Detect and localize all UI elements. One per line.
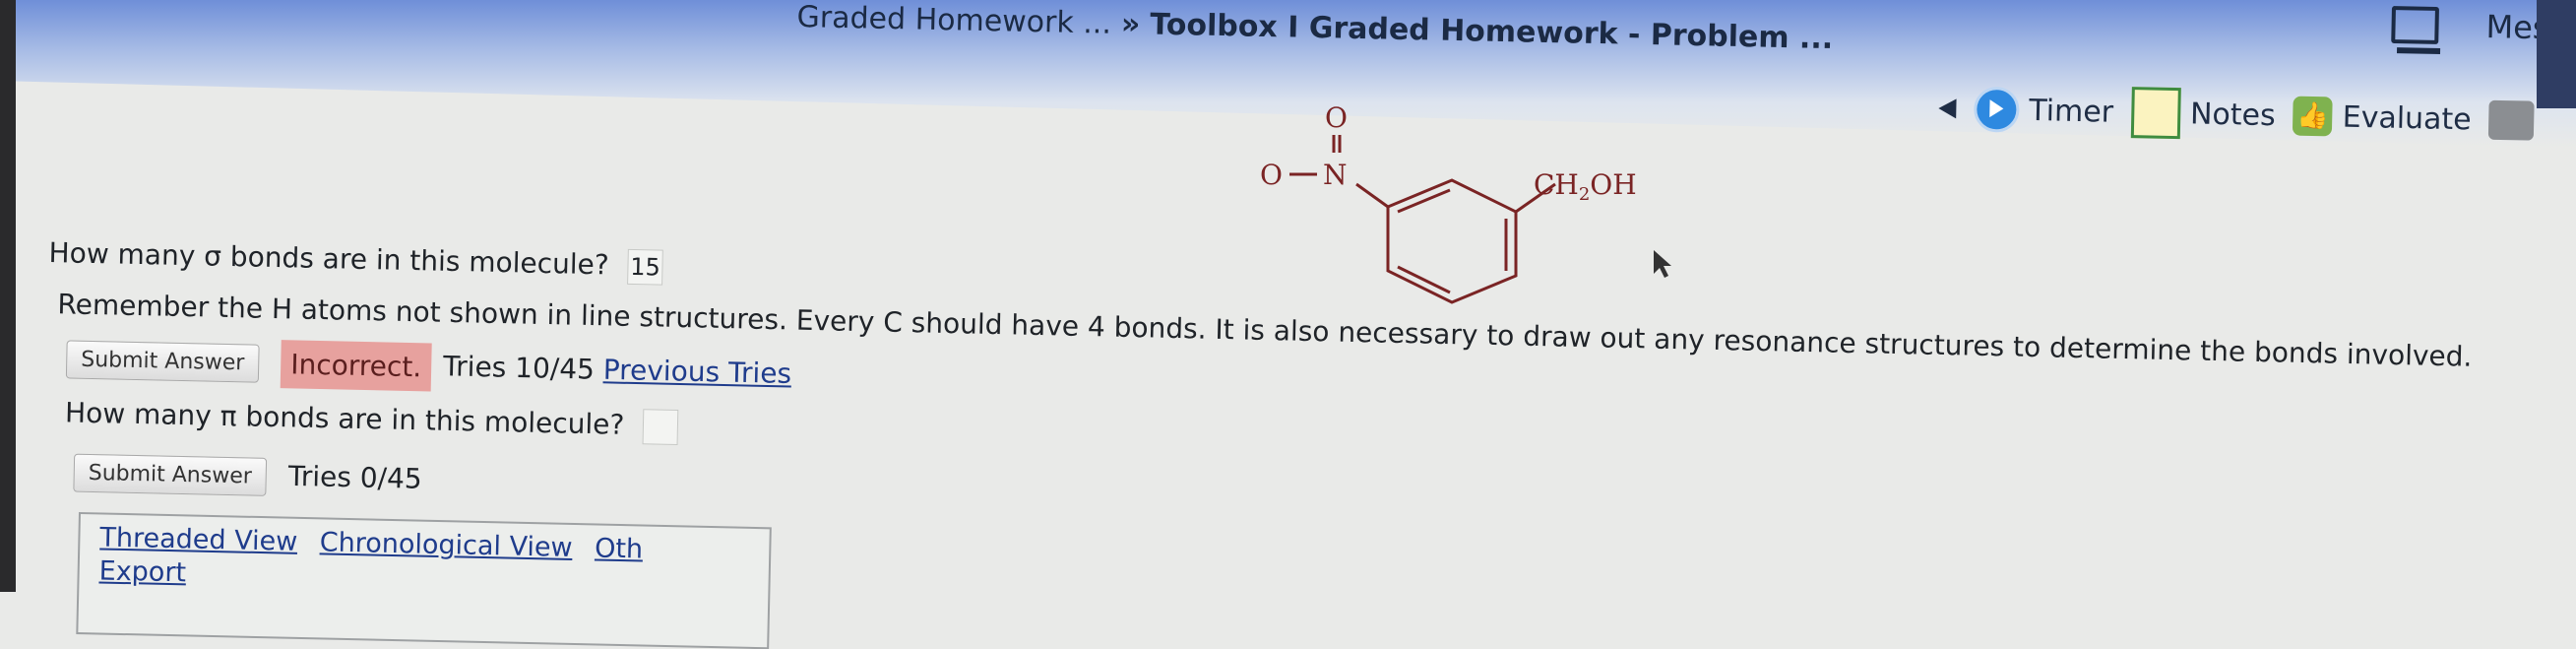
timer-button[interactable]: Timer (1973, 86, 2114, 135)
extra-tool-icon (2488, 99, 2536, 141)
question1-submit-button[interactable]: Submit Answer (65, 340, 260, 383)
question1-tries: Tries 10/45 (442, 350, 596, 386)
molecule-structure: O O N CH2OH (1260, 101, 1637, 304)
oh-text: OH (1590, 168, 1636, 201)
nitrogen-label: N (1323, 159, 1348, 191)
discussion-panel: Threaded View Chronological View Oth Exp… (76, 512, 772, 649)
previous-tries-link[interactable]: Previous Tries (602, 354, 791, 390)
breadcrumb-prev-link[interactable]: Graded Homework ... (796, 0, 1111, 41)
breadcrumb-separator: » (1120, 6, 1141, 42)
subscript-2: 2 (1579, 184, 1590, 205)
question1-answer-input[interactable]: 15 (627, 248, 663, 286)
question2-submit-row: Submit Answer Tries 0/45 (73, 453, 423, 500)
ch2oh-label: CH2OH (1534, 168, 1637, 205)
evaluate-thumb-icon: 👍 (2293, 96, 2334, 137)
question1-text: How many σ bonds are in this molecule? (48, 236, 610, 282)
evaluate-label: Evaluate (2342, 99, 2473, 137)
monitor-bezel-corner (2537, 0, 2576, 108)
question2-tries: Tries 0/45 (287, 459, 423, 495)
oxygen-left-label: O (1260, 159, 1283, 191)
export-link[interactable]: Export (98, 555, 186, 588)
oxygen-top-label: O (1325, 101, 1348, 134)
timer-icon (1973, 86, 2020, 133)
question2-submit-button[interactable]: Submit Answer (73, 453, 268, 496)
back-triangle-icon[interactable] (1938, 97, 1957, 119)
mouse-cursor-icon (1654, 250, 1671, 278)
question1-submit-row: Submit Answer Incorrect. Tries 10/45 Previ… (65, 335, 792, 399)
question1-status-badge: Incorrect. (280, 340, 432, 392)
threaded-view-link[interactable]: Threaded View (99, 522, 297, 556)
timer-label: Timer (2028, 93, 2114, 130)
question2-answer-input[interactable] (642, 409, 679, 445)
question1-row: How many σ bonds are in this molecule? 1… (48, 236, 663, 286)
chronological-view-link[interactable]: Chronological View (319, 527, 572, 563)
computer-icon (2391, 6, 2439, 44)
question2-text: How many π bonds are in this molecule? (64, 396, 625, 441)
evaluate-button[interactable]: 👍 Evaluate (2293, 96, 2473, 140)
notes-icon (2130, 87, 2181, 140)
other-view-link[interactable]: Oth (595, 533, 644, 564)
monitor-bezel (0, 0, 16, 592)
notes-button[interactable]: Notes (2130, 87, 2277, 141)
question2-row: How many π bonds are in this molecule? (65, 396, 679, 445)
ch-text: CH (1534, 168, 1579, 201)
toolbar: Timer Notes 👍 Evaluate (1938, 79, 2563, 151)
notes-label: Notes (2189, 96, 2277, 133)
